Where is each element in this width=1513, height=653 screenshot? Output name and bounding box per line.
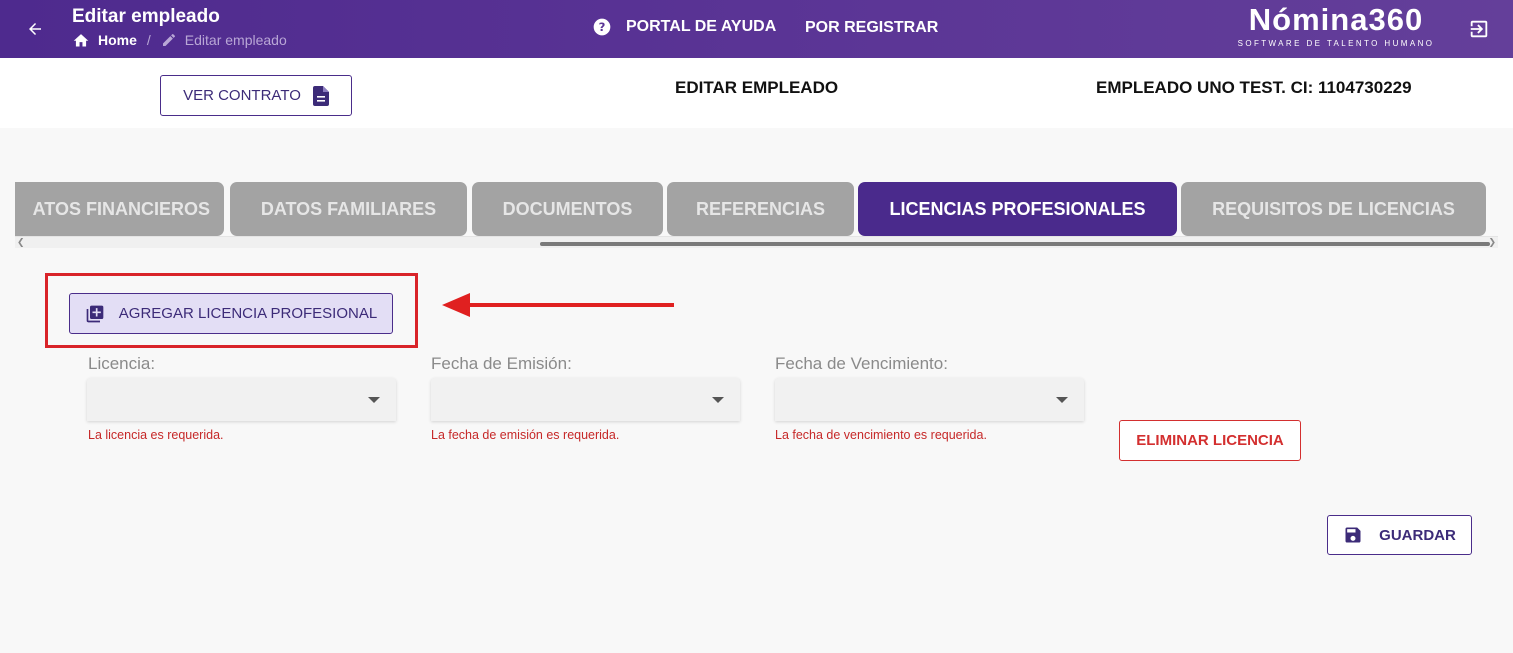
tab-referencias[interactable]: REFERENCIAS [667, 182, 854, 236]
issue-date-label: Fecha de Emisión: [431, 354, 572, 373]
issue-date-error: La fecha de emisión es requerida. [431, 428, 620, 442]
breadcrumb-current-label: Editar empleado [184, 32, 287, 48]
delete-license-label: ELIMINAR LICENCIA [1136, 432, 1284, 449]
tab-scrollbar[interactable]: ❮ ❯ [15, 236, 1498, 248]
breadcrumb-current: Editar empleado [161, 32, 287, 48]
breadcrumb-separator: / [146, 32, 151, 48]
scroll-right-icon[interactable]: ❯ [1488, 237, 1496, 248]
scroll-left-icon[interactable]: ❮ [17, 237, 25, 248]
breadcrumb-home-link[interactable]: Home [72, 32, 137, 48]
breadcrumb-home-label: Home [98, 32, 137, 48]
tab-label: DOCUMENTOS [502, 198, 633, 219]
pencil-icon [162, 33, 175, 46]
page-title: Editar empleado [72, 6, 220, 27]
scroll-thumb[interactable] [540, 242, 1490, 246]
brand-name: Nómina360 [1248, 2, 1424, 37]
save-icon [1345, 527, 1361, 543]
tab-licencias-profesionales[interactable]: LICENCIAS PROFESIONALES [858, 182, 1177, 236]
license-select[interactable] [87, 378, 396, 421]
license-error: La licencia es requerida. [88, 428, 224, 442]
dropdown-caret-icon [712, 397, 724, 403]
add-license-label: AGREGAR LICENCIA PROFESIONAL [118, 305, 378, 322]
help-portal-label: PORTAL DE AYUDA [626, 18, 777, 35]
save-label: GUARDAR [1379, 526, 1456, 544]
issue-date-select[interactable] [431, 378, 740, 421]
svg-text:?: ? [599, 20, 606, 34]
tab-label: LICENCIAS PROFESIONALES [889, 198, 1146, 219]
logout-icon[interactable] [1466, 16, 1492, 42]
expiry-date-error: La fecha de vencimiento es requerida. [775, 428, 987, 442]
tab-requisitos-de-licencias[interactable]: REQUISITOS DE LICENCIAS [1181, 182, 1486, 236]
expiry-date-select[interactable] [775, 378, 1084, 421]
tab-datos-familiares[interactable]: DATOS FAMILIARES [230, 182, 467, 236]
tab-strip: ATOS FINANCIEROS DATOS FAMILIARES DOCUME… [15, 182, 1498, 248]
back-arrow-icon[interactable] [22, 16, 48, 42]
dropdown-caret-icon [368, 397, 380, 403]
brand-logo: Nómina360 SOFTWARE DE TALENTO HUMANO [1234, 2, 1438, 49]
license-label: Licencia: [88, 354, 156, 373]
view-contract-button[interactable]: VER CONTRATO [160, 75, 352, 116]
tab-label: ATOS FINANCIEROS [32, 198, 210, 219]
library-add-icon [86, 305, 104, 322]
section-title: EDITAR EMPLEADO [675, 78, 839, 97]
employee-identity: EMPLEADO UNO TEST. CI: 1104730229 [1096, 78, 1412, 97]
document-icon [312, 85, 329, 106]
tab-label: DATOS FAMILIARES [260, 198, 437, 219]
save-button[interactable]: GUARDAR [1327, 515, 1472, 555]
top-app-bar: Editar empleado Home / Editar empleado ?… [0, 0, 1513, 58]
expiry-date-label: Fecha de Vencimiento: [775, 354, 948, 373]
register-link[interactable]: POR REGISTRAR [805, 19, 938, 37]
tab-datos-financieros[interactable]: ATOS FINANCIEROS [15, 182, 224, 236]
dropdown-caret-icon [1056, 397, 1068, 403]
add-license-button[interactable]: AGREGAR LICENCIA PROFESIONAL [69, 293, 393, 334]
red-arrow-annotation [442, 293, 674, 317]
delete-license-button[interactable]: ELIMINAR LICENCIA [1119, 420, 1301, 461]
home-icon [73, 34, 89, 47]
breadcrumb: Home / Editar empleado [72, 32, 287, 48]
tab-documentos[interactable]: DOCUMENTOS [472, 182, 663, 236]
employee-info-row: VER CONTRATO EDITAR EMPLEADO EMPLEADO UN… [0, 58, 1513, 128]
brand-tagline: SOFTWARE DE TALENTO HUMANO [1237, 39, 1435, 48]
tab-label: REQUISITOS DE LICENCIAS [1212, 198, 1455, 219]
view-contract-label: VER CONTRATO [183, 87, 301, 104]
help-portal-link[interactable]: ? PORTAL DE AYUDA [592, 17, 776, 37]
tab-label: REFERENCIAS [695, 198, 825, 219]
help-circle-icon: ? [593, 18, 611, 36]
